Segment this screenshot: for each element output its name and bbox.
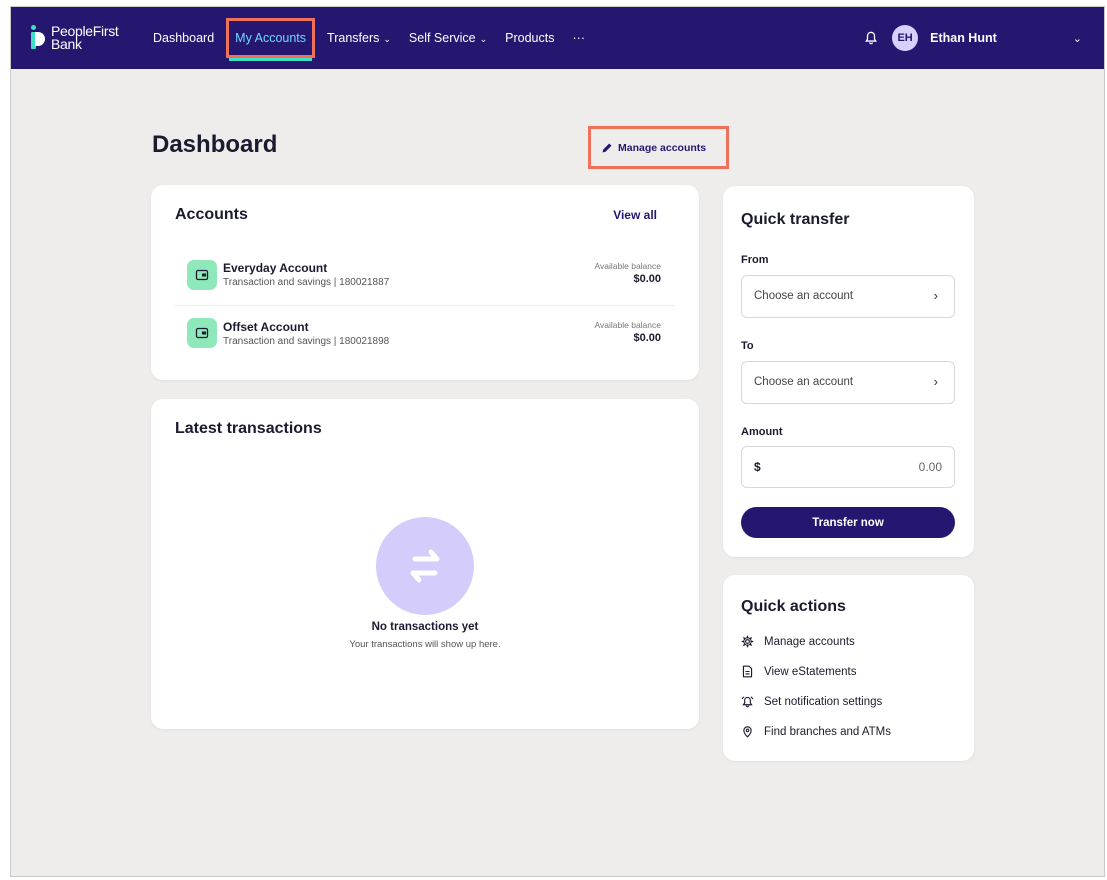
- accounts-title: Accounts: [175, 206, 248, 223]
- amount-value: 0.00: [918, 460, 942, 474]
- nav-menu: Dashboard My Accounts Transfers ⌄ Self Se…: [153, 7, 603, 69]
- account-row[interactable]: Everyday Account Transaction and savings…: [175, 251, 675, 306]
- gear-icon: [741, 635, 754, 648]
- bank-logo[interactable]: PeopleFirst Bank: [31, 23, 119, 52]
- nav-item-self-service[interactable]: Self Service ⌄: [409, 31, 487, 45]
- quick-transfer-title: Quick transfer: [741, 211, 850, 228]
- balance-label: Available balance: [594, 261, 661, 271]
- logo-text: PeopleFirst Bank: [51, 23, 119, 52]
- to-account-select[interactable]: Choose an account ›: [741, 361, 955, 404]
- quick-action-find-branches[interactable]: Find branches and ATMs: [741, 725, 891, 738]
- empty-state-title: No transactions yet: [371, 621, 479, 633]
- notification-bell-icon[interactable]: [864, 31, 878, 45]
- chevron-right-icon: ›: [933, 374, 938, 389]
- quick-action-notification-settings[interactable]: Set notification settings: [741, 695, 882, 708]
- quick-action-view-estatements[interactable]: View eStatements: [741, 665, 856, 678]
- manage-accounts-link[interactable]: Manage accounts: [588, 126, 729, 169]
- chevron-down-icon: ⌄: [479, 34, 488, 44]
- latest-transactions-title: Latest transactions: [175, 420, 322, 437]
- user-name[interactable]: Ethan Hunt: [930, 31, 997, 45]
- from-account-select[interactable]: Choose an account ›: [741, 275, 955, 318]
- location-pin-icon: [743, 726, 752, 738]
- balance-value: $0.00: [633, 332, 661, 344]
- currency-symbol: $: [754, 460, 761, 474]
- page-title: Dashboard: [152, 131, 278, 158]
- top-navigation-bar: PeopleFirst Bank Dashboard My Accounts T…: [11, 7, 1104, 69]
- avatar[interactable]: EH: [892, 25, 919, 51]
- logo-mark-icon: [31, 25, 45, 49]
- quick-transfer-card: Quick transfer From Choose an account › …: [723, 186, 974, 557]
- account-details: Transaction and savings | 180021887: [223, 277, 390, 288]
- view-all-link[interactable]: View all: [613, 208, 657, 222]
- account-row[interactable]: Offset Account Transaction and savings |…: [175, 306, 675, 352]
- app-window: PeopleFirst Bank Dashboard My Accounts T…: [10, 6, 1105, 877]
- latest-transactions-card: Latest transactions No transactions yet …: [151, 399, 699, 729]
- amount-input[interactable]: $ 0.00: [741, 446, 955, 488]
- transfer-now-button[interactable]: Transfer now: [741, 507, 955, 538]
- nav-item-dashboard[interactable]: Dashboard: [153, 31, 214, 45]
- balance-label: Available balance: [594, 320, 661, 330]
- document-icon: [742, 665, 753, 678]
- nav-item-transfers[interactable]: Transfers ⌄: [327, 31, 391, 45]
- quick-action-manage-accounts[interactable]: Manage accounts: [741, 635, 855, 648]
- user-area: EH Ethan Hunt ⌄: [864, 7, 1082, 69]
- chevron-down-icon: ⌄: [383, 34, 391, 44]
- to-label: To: [741, 340, 754, 352]
- account-name: Everyday Account: [223, 261, 328, 275]
- pencil-icon: [602, 143, 612, 152]
- quick-actions-title: Quick actions: [741, 598, 846, 615]
- accounts-card: Accounts View all Everyday Account Trans…: [151, 185, 699, 380]
- from-label: From: [741, 254, 769, 266]
- chevron-right-icon: ›: [933, 288, 938, 303]
- transfer-arrows-icon: [376, 517, 474, 615]
- nav-item-my-accounts[interactable]: My Accounts: [226, 18, 316, 61]
- quick-actions-card: Quick actions Manage accounts View eStat…: [723, 575, 974, 761]
- nav-item-products[interactable]: Products: [505, 31, 554, 45]
- chevron-down-icon[interactable]: ⌄: [1073, 32, 1082, 45]
- wallet-icon: [187, 260, 217, 290]
- account-name: Offset Account: [223, 320, 309, 334]
- nav-item-more[interactable]: ···: [573, 31, 586, 45]
- wallet-icon: [187, 318, 217, 348]
- account-details: Transaction and savings | 180021898: [223, 336, 390, 347]
- balance-value: $0.00: [633, 273, 661, 285]
- amount-label: Amount: [741, 426, 783, 438]
- alarm-bell-icon: [741, 696, 754, 708]
- empty-state-subtitle: Your transactions will show up here.: [349, 639, 501, 650]
